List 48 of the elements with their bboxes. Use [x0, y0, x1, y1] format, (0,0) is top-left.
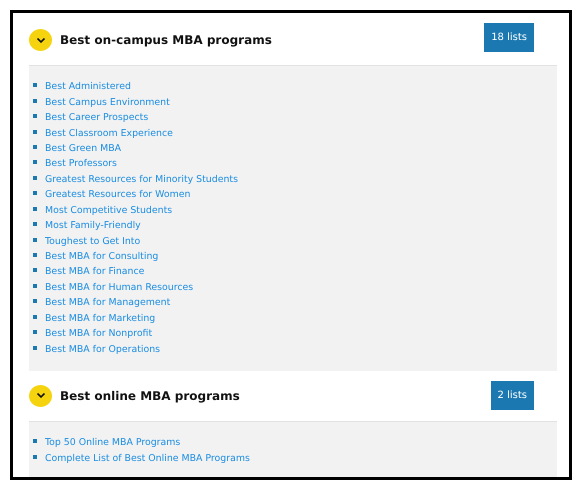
bullet-icon — [33, 314, 37, 319]
section-title: Best online MBA programs — [60, 388, 241, 403]
list-link[interactable]: Best Administered — [45, 81, 131, 92]
chevron-down-icon — [36, 392, 46, 400]
bullet-icon — [33, 284, 37, 288]
bullet-icon — [33, 191, 37, 196]
list-link[interactable]: Top 50 Online MBA Programs — [45, 437, 180, 448]
list-link[interactable]: Best Career Prospects — [45, 112, 148, 124]
list-link[interactable]: Complete List of Best Online MBA Programs — [45, 452, 250, 464]
bullet-icon — [33, 299, 37, 304]
bullet-icon — [33, 253, 37, 258]
list-link[interactable]: Greatest Resources for Minority Students — [45, 174, 238, 185]
bullet-icon — [33, 160, 37, 164]
bullet-icon — [33, 346, 37, 350]
bullet-icon — [33, 454, 37, 459]
bullet-icon — [33, 114, 37, 118]
bullet-icon — [33, 222, 37, 226]
list-link[interactable]: Best Green MBA — [45, 142, 122, 154]
chevron-toggle[interactable] — [29, 384, 52, 407]
bullet-icon — [33, 98, 37, 103]
chevron-down-icon — [36, 36, 46, 44]
list-link[interactable]: Best MBA for Marketing — [45, 312, 156, 324]
list-link[interactable]: Most Competitive Students — [45, 204, 172, 216]
list-link[interactable]: Best MBA for Management — [45, 297, 170, 308]
list-link[interactable]: Greatest Resources for Women — [45, 189, 190, 200]
list-link[interactable]: Best MBA for Nonprofit — [45, 328, 152, 340]
bullet-icon — [33, 439, 37, 444]
list-link[interactable]: Toughest to Get Into — [45, 236, 140, 247]
bullet-icon — [33, 238, 37, 242]
section-title: Best on-campus MBA programs — [60, 33, 273, 47]
list-count-badge: 2 lists — [490, 380, 534, 410]
list-link[interactable]: Best Classroom Experience — [45, 128, 173, 139]
bullet-icon — [33, 144, 37, 149]
list-link[interactable]: Most Family-Friendly — [45, 220, 141, 232]
bullet-icon — [33, 130, 37, 134]
chevron-toggle[interactable] — [29, 29, 52, 51]
bullet-icon — [33, 206, 37, 211]
list-link[interactable]: Best MBA for Consulting — [45, 251, 158, 262]
list-link[interactable]: Best MBA for Finance — [45, 266, 144, 278]
list-link[interactable]: Best MBA for Operations — [45, 344, 160, 355]
list-link[interactable]: Best Professors — [45, 158, 117, 170]
list-count-badge: 18 lists — [484, 23, 534, 52]
list-link[interactable]: Best Campus Environment — [45, 96, 170, 108]
bullet-icon — [33, 268, 37, 272]
bullet-icon — [33, 330, 37, 334]
bullet-icon — [33, 83, 37, 88]
bullet-icon — [33, 176, 37, 180]
list-link[interactable]: Best MBA for Human Resources — [45, 282, 194, 293]
